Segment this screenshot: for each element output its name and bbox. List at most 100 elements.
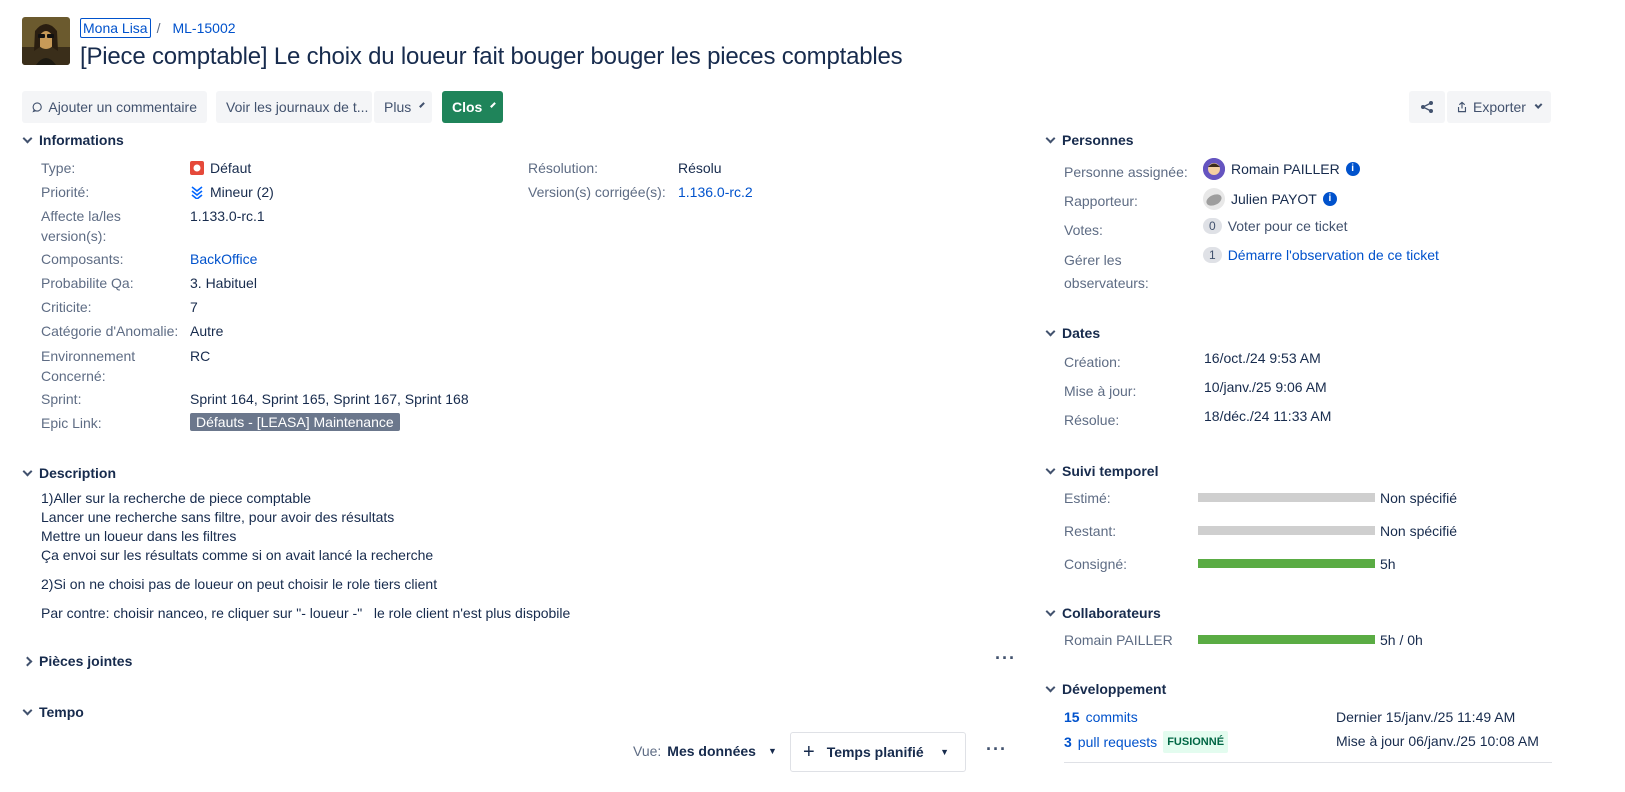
affects-version-label: Affecte la/les version(s): [41,206,121,246]
components-link[interactable]: BackOffice [190,249,257,269]
pull-requests-link[interactable]: 3 pull requests FUSIONNÉ [1064,731,1229,753]
caret-down-icon[interactable]: ▼ [940,747,949,757]
chevron-down-icon [419,102,426,108]
attachments-more-icon[interactable]: ··· [995,648,1016,669]
tempo-heading: Tempo [39,704,84,720]
collaborators-section-toggle[interactable]: Collaborateurs [1045,605,1161,621]
epic-link-value[interactable]: Défauts - [LEASA] Maintenance [190,413,400,431]
description-body[interactable]: 1)Aller sur la recherche de piece compta… [41,489,570,633]
commits-label[interactable]: commits [1086,707,1138,727]
status-button[interactable]: Clos [442,91,503,123]
description-paragraph-2: 2)Si on ne choisi pas de loueur on peut … [41,576,438,592]
affects-version-label-line2: version(s): [41,228,107,244]
tempo-view-selector[interactable]: Vue: Mes données ▼ [633,743,777,759]
start-watching-link[interactable]: Démarre l'observation de ce ticket [1228,245,1439,265]
collaborators-heading: Collaborateurs [1062,605,1161,621]
view-logs-label: Voir les journaux de t... [226,99,369,115]
export-label: Exporter [1473,99,1526,115]
environment-label-line2: Concerné: [41,368,106,384]
description-line: Mettre un loueur dans les filtres [41,528,237,544]
fix-version-link[interactable]: 1.136.0-rc.2 [678,182,753,202]
tempo-more-icon[interactable]: ··· [986,739,1007,760]
details-section-toggle[interactable]: Informations [22,132,124,148]
chevron-down-icon [1534,101,1543,109]
priority-label: Priorité: [41,184,90,200]
affects-version-value: 1.133.0-rc.1 [190,208,265,224]
chevron-right-icon [22,656,33,666]
reporter-value[interactable]: Julien PAYOT i [1203,188,1337,210]
resolved-label: Résolue: [1064,412,1120,428]
planned-time-button[interactable]: + Temps planifié ▼ [790,732,966,772]
priority-value: Mineur (2) [190,182,274,202]
reporter-label: Rapporteur: [1064,193,1138,209]
commits-link[interactable]: 15 commits [1064,707,1138,727]
plus-icon: + [803,740,815,763]
environment-label: Environnement Concerné: [41,346,135,386]
add-comment-button[interactable]: Ajouter un commentaire [22,91,207,123]
development-section-toggle[interactable]: Développement [1045,681,1166,697]
info-icon[interactable]: i [1345,162,1360,176]
description-line: 1)Aller sur la recherche de piece compta… [41,490,312,506]
priority-minor-icon [191,186,203,199]
bug-icon [190,161,204,175]
watchers-count-badge[interactable]: 1 [1203,247,1222,263]
remaining-value: Non spécifié [1380,523,1458,539]
avatar [1203,158,1225,180]
votes-count-badge: 0 [1203,218,1222,234]
description-paragraph-3: Par contre: choisir nanceo, re cliquer s… [41,605,571,621]
collaborator-bar-fill [1198,635,1375,644]
chevron-down-icon [22,705,33,715]
share-icon [1421,101,1433,113]
epic-lozenge[interactable]: Défauts - [LEASA] Maintenance [190,413,400,431]
add-comment-label: Ajouter un commentaire [48,99,197,115]
updated-value: 10/janv./25 9:06 AM [1204,379,1327,395]
attachments-heading: Pièces jointes [39,653,133,669]
assignee-value[interactable]: Romain PAILLER i [1203,158,1360,180]
breadcrumb-project-link[interactable]: Mona Lisa [80,18,151,38]
criticity-label: Criticite: [41,299,92,315]
dates-section-toggle[interactable]: Dates [1045,325,1100,341]
tempo-section-toggle[interactable]: Tempo [22,704,84,720]
votes-label: Votes: [1064,222,1103,238]
estimated-label: Estimé: [1064,490,1111,506]
export-icon [1457,101,1467,113]
collaborator-value: 5h / 0h [1380,632,1423,648]
tempo-view-value: Mes données [667,743,756,759]
breadcrumb: Mona Lisa / ML-15002 [80,18,236,38]
watchers-label-line2: observateurs: [1064,275,1149,291]
time-tracking-section-toggle[interactable]: Suivi temporel [1045,463,1159,479]
commits-count[interactable]: 15 [1064,707,1080,727]
assignee-label: Personne assignée: [1064,164,1188,180]
description-heading: Description [39,465,117,481]
anomaly-category-label: Catégorie d'Anomalie: [41,323,179,339]
sprint-label: Sprint: [41,391,82,407]
estimated-value: Non spécifié [1380,490,1458,506]
share-button[interactable] [1409,91,1445,123]
people-section-toggle[interactable]: Personnes [1045,132,1134,148]
remaining-label: Restant: [1064,523,1117,539]
breadcrumb-issue-key[interactable]: ML-15002 [172,20,235,36]
more-label: Plus [384,99,412,115]
anomaly-category-value: Autre [190,323,224,339]
pull-requests-count[interactable]: 3 [1064,732,1072,752]
view-logs-button[interactable]: Voir les journaux de t... [216,91,372,123]
attachments-section-toggle[interactable]: Pièces jointes [22,653,133,669]
info-icon[interactable]: i [1322,192,1337,206]
watchers-label-line1: Gérer les [1064,252,1122,268]
chevron-down-icon [490,102,497,108]
environment-label-line1: Environnement [41,348,136,364]
export-button[interactable]: Exporter [1447,91,1551,123]
vote-action[interactable]: Voter pour ce ticket [1228,216,1348,236]
status-label: Clos [452,99,483,115]
project-avatar[interactable] [22,17,70,65]
watchers-label: Gérer les observateurs: [1064,249,1149,295]
issue-title[interactable]: [Piece comptable] Le choix du loueur fai… [80,43,903,71]
tempo-view-label: Vue: [633,743,662,759]
watchers-value: 1 Démarre l'observation de ce ticket [1203,245,1439,265]
description-section-toggle[interactable]: Description [22,465,117,481]
collaborator-name: Romain PAILLER [1064,632,1173,648]
more-button[interactable]: Plus [374,91,432,123]
votes-value: 0 Voter pour ce ticket [1203,216,1348,236]
time-tracking-heading: Suivi temporel [1062,463,1159,479]
pull-requests-label[interactable]: pull requests [1078,732,1157,752]
